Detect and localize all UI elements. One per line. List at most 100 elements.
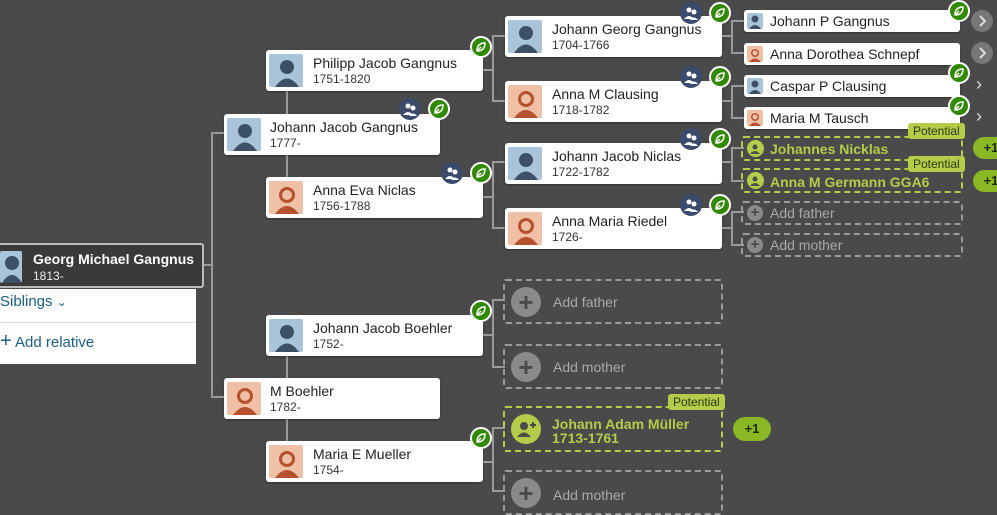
hint-leaf-icon[interactable] [709,194,731,216]
person-name: Johann Jacob Boehler [313,320,453,336]
male-avatar-icon [508,147,542,180]
add-father-placeholder-small[interactable]: + Add father [741,201,963,225]
potential-count-badge[interactable]: +1 [733,417,771,441]
hint-leaf-icon[interactable] [470,427,492,449]
hint-leaf-icon[interactable] [709,66,731,88]
add-person-icon [747,140,764,157]
person-years: 1751-1820 [313,72,371,86]
people-group-icon[interactable] [441,162,463,184]
hint-leaf-icon[interactable] [709,128,731,150]
person-name: Caspar P Clausing [770,78,887,94]
person-card-johann-jacob-gangnus[interactable]: Johann Jacob Gangnus 1777- [224,114,440,155]
female-avatar-icon [227,382,261,415]
focus-person-name: Georg Michael Gangnus [33,251,195,267]
male-avatar-icon [747,13,763,29]
chevron-right-icon[interactable] [971,10,993,32]
person-years: 1704-1766 [552,38,610,52]
male-avatar-icon [269,54,303,87]
plus-icon: + [511,478,541,508]
person-name: Johann Jacob Niclas [552,148,682,164]
chevron-right-icon[interactable]: › [976,106,982,127]
chevron-down-icon: ⌄ [56,295,67,309]
plus-icon: + [0,330,12,352]
person-name: Anna Dorothea Schnepf [770,46,920,62]
female-avatar-icon [747,46,763,62]
female-avatar-icon [269,445,303,478]
add-mother-placeholder[interactable]: + Add mother [503,344,723,389]
add-father-label: Add father [770,205,835,221]
people-group-icon[interactable] [680,194,702,216]
female-avatar-icon [747,110,763,126]
person-years: 1718-1782 [552,103,610,117]
siblings-toggle[interactable]: Siblings ⌄ [0,293,67,310]
person-years: 1752- [313,337,344,351]
person-name: M Boehler [270,383,334,399]
female-avatar-icon [269,181,303,214]
potential-tag: Potential [908,156,965,172]
add-person-icon [511,414,541,444]
hint-leaf-icon[interactable] [470,300,492,322]
potential-name: Anna M Germann GGA6 [770,174,930,190]
add-father-placeholder[interactable]: + Add father [503,279,723,324]
people-group-icon[interactable] [680,66,702,88]
people-group-icon[interactable] [399,98,421,120]
person-card-maria-e-mueller[interactable]: Maria E Mueller 1754- [266,441,483,482]
potential-count-badge[interactable]: +1 [973,170,997,192]
person-name: Anna M Clausing [552,86,659,102]
hint-leaf-icon[interactable] [709,2,731,24]
potential-count-badge[interactable]: +1 [973,137,997,159]
person-name: Philipp Jacob Gangnus [313,55,457,71]
add-father-label: Add father [553,294,618,310]
person-years: 1722-1782 [552,165,610,179]
female-avatar-icon [508,212,542,245]
person-card-philipp-jacob-gangnus[interactable]: Philipp Jacob Gangnus 1751-1820 [266,50,483,91]
potential-tag: Potential [668,394,725,410]
hint-leaf-icon[interactable] [948,62,970,84]
person-years: 1726- [552,230,583,244]
hint-leaf-icon[interactable] [470,162,492,184]
add-mother-label: Add mother [770,237,843,253]
male-avatar-icon [0,251,22,283]
add-mother-label: Add mother [553,487,626,503]
hint-leaf-icon[interactable] [428,98,450,120]
chevron-right-icon[interactable] [971,42,993,64]
male-avatar-icon [747,78,763,94]
potential-name: Johannes Nicklas [770,141,889,157]
person-years: 1782- [270,400,301,414]
person-card-anna-dorothea-schnepf[interactable]: Anna Dorothea Schnepf [744,43,960,65]
potential-years: 1713-1761 [552,430,619,446]
divider [0,322,196,323]
male-avatar-icon [269,319,303,352]
add-mother-placeholder[interactable]: + Add mother [503,470,723,515]
person-years: 1756-1788 [313,199,371,213]
people-group-icon[interactable] [680,128,702,150]
hint-leaf-icon[interactable] [948,0,970,22]
people-group-icon[interactable] [680,2,702,24]
person-card-m-boehler[interactable]: M Boehler 1782- [224,378,440,419]
person-years: 1777- [270,136,301,150]
add-mother-placeholder-small[interactable]: + Add mother [741,233,963,257]
person-card-johann-jacob-boehler[interactable]: Johann Jacob Boehler 1752- [266,315,483,356]
hint-leaf-icon[interactable] [948,95,970,117]
person-name: Anna Maria Riedel [552,213,668,229]
plus-icon: + [747,237,763,253]
person-name: Anna Eva Niclas [313,182,416,198]
person-card-johann-p-gangnus[interactable]: Johann P Gangnus [744,10,960,32]
person-name: Johann Jacob Gangnus [270,119,418,135]
focus-person-menu: Siblings ⌄ + Add relative [0,289,196,364]
add-person-icon [747,172,764,189]
focus-person-card[interactable]: Georg Michael Gangnus 1813- [0,243,204,288]
person-name: Johann P Gangnus [770,13,890,29]
person-years: 1754- [313,463,344,477]
plus-icon: + [511,352,541,382]
chevron-right-icon[interactable]: › [976,74,982,95]
male-avatar-icon [508,20,542,53]
plus-icon: + [511,287,541,317]
add-mother-label: Add mother [553,359,626,375]
add-relative-button[interactable]: + Add relative [0,331,94,351]
female-avatar-icon [508,85,542,118]
potential-father-card[interactable]: Johann Adam Müller 1713-1761 [503,406,723,452]
person-card-caspar-p-clausing[interactable]: Caspar P Clausing [744,75,960,97]
hint-leaf-icon[interactable] [470,36,492,58]
plus-icon: + [747,205,763,221]
